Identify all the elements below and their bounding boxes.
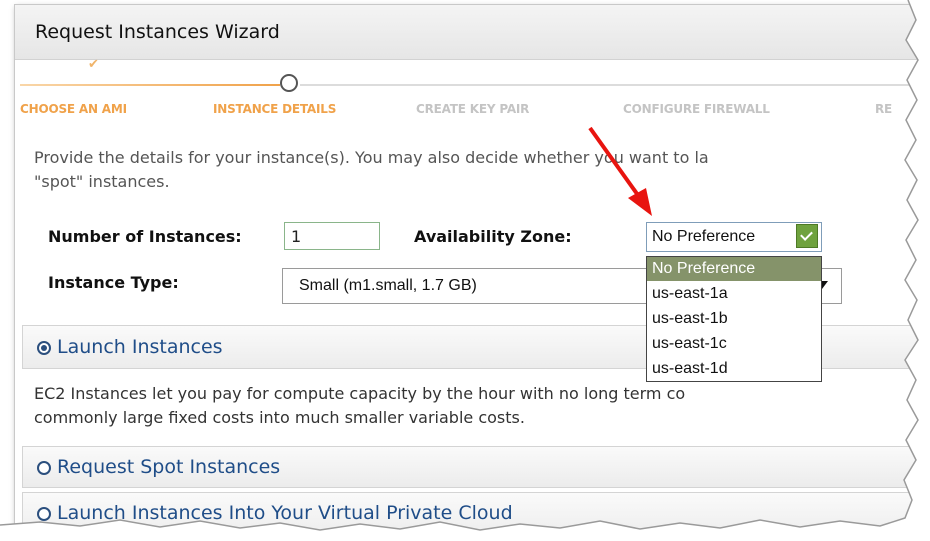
torn-edge-decoration: [0, 0, 930, 541]
screenshot: Request Instances Wizard ✔ CHOOSE AN AMI…: [0, 0, 930, 541]
